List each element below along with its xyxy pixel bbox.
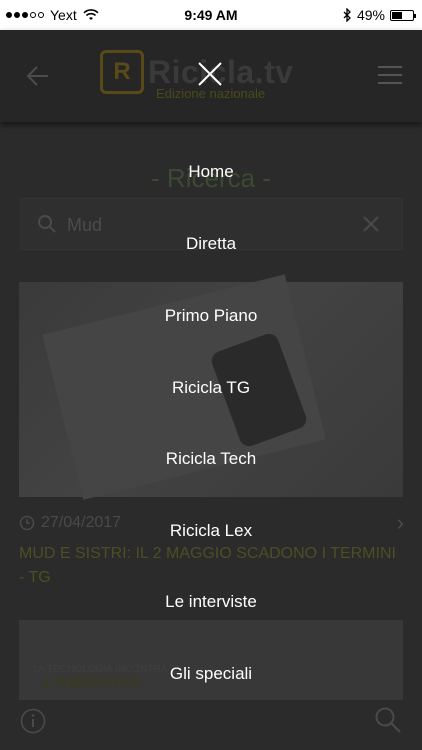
menu-item-home[interactable]: Home — [0, 162, 422, 182]
status-bar: Yext 9:49 AM 49% — [0, 0, 422, 30]
menu-item-diretta[interactable]: Diretta — [0, 234, 422, 254]
menu-overlay: Home Diretta Primo Piano Ricicla TG Ricicla … — [0, 30, 422, 750]
menu-item-primo-piano[interactable]: Primo Piano — [0, 306, 422, 326]
status-right: 49% — [343, 7, 416, 23]
menu-item-gli-speciali[interactable]: Gli speciali — [0, 664, 422, 684]
battery-percentage: 49% — [356, 7, 385, 23]
close-icon[interactable] — [196, 60, 224, 88]
bluetooth-icon — [343, 8, 351, 22]
menu-item-ricicla-lex[interactable]: Ricicla Lex — [0, 521, 422, 541]
menu-item-le-interviste[interactable]: Le interviste — [0, 592, 422, 612]
menu-item-ricicla-tg[interactable]: Ricicla TG — [0, 378, 422, 398]
menu-item-ricicla-tech[interactable]: Ricicla Tech — [0, 449, 422, 469]
battery-icon — [390, 9, 416, 21]
battery-fill — [392, 11, 402, 19]
